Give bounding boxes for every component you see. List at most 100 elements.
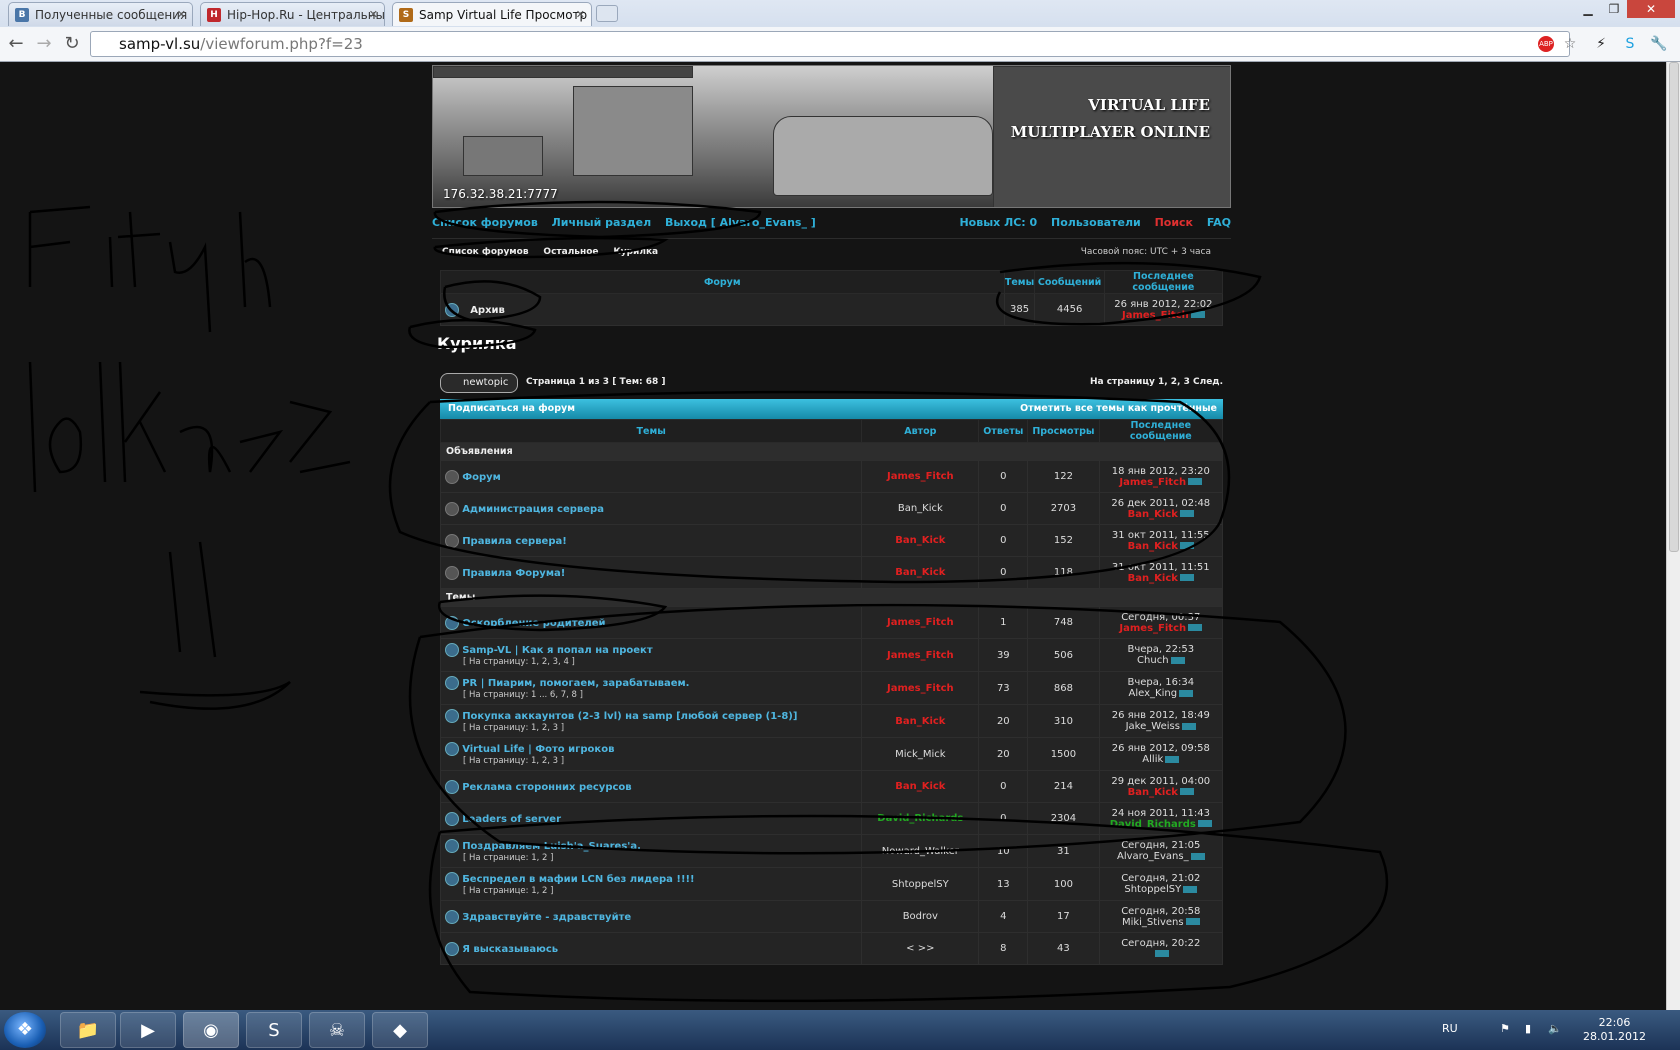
start-button[interactable]: ❖ [4, 1012, 46, 1048]
window-close-button[interactable]: ✕ [1627, 0, 1675, 18]
topic-author[interactable]: James_Fitch [861, 638, 980, 672]
topic-row[interactable]: Leaders of server David_Richards 0 2304 24 н… [439, 802, 1224, 835]
view-post-icon[interactable] [1181, 722, 1196, 730]
nav-logout[interactable]: Выход [ Alvaro_Evans_ ] [665, 216, 816, 229]
topic-title[interactable]: Беспредел в мафии LCN без лидера !!!! [462, 874, 694, 885]
topic-author[interactable]: David_Richards [861, 802, 980, 835]
new-tab-button[interactable] [596, 5, 618, 22]
address-bar[interactable]: samp-vl.su/viewforum.php?f=23 [90, 31, 1570, 57]
topic-author[interactable]: James_Fitch [861, 671, 980, 705]
view-post-icon[interactable] [1170, 656, 1185, 664]
adblock-icon[interactable]: ABP [1538, 36, 1554, 52]
flag-icon[interactable]: ⚑ [1500, 1022, 1510, 1035]
skype-taskbar-icon[interactable]: S [246, 1012, 302, 1048]
nav-faq[interactable]: FAQ [1207, 216, 1231, 229]
subforum-name[interactable]: Архив [470, 305, 505, 316]
topic-last-author[interactable]: James_Fitch [1119, 477, 1186, 488]
topic-title[interactable]: Администрация сервера [462, 504, 604, 515]
topic-title[interactable]: Форум [462, 472, 501, 483]
topic-row[interactable]: Беспредел в мафии LCN без лидера !!!![ Н… [439, 867, 1224, 901]
view-post-icon[interactable] [1185, 918, 1200, 925]
topic-last-author[interactable]: Chuch [1137, 655, 1169, 666]
volume-icon[interactable]: 🔈 [1548, 1022, 1562, 1035]
topic-title[interactable]: Оскорбление родителей [462, 618, 605, 629]
topic-row[interactable]: Здравствуйте - здравствуйте Bodrov 4 17 Сего… [439, 900, 1224, 933]
topic-row[interactable]: PR | Пиарим, помогаем, зарабатываем.[ На… [439, 671, 1224, 705]
topic-author[interactable]: Ban_Kick [861, 492, 980, 525]
app-green-icon[interactable]: ◆ [372, 1012, 428, 1048]
topic-pages[interactable]: [ На страницу: 1 ... 6, 7, 8 ] [445, 690, 861, 700]
topic-title[interactable]: Leaders of server [462, 814, 561, 825]
close-icon[interactable]: ✕ [177, 3, 186, 26]
view-post-icon[interactable] [1190, 311, 1205, 318]
topic-author[interactable]: Ban_Kick [861, 556, 980, 589]
subforum-row[interactable]: Архив 385 4456 26 янв 2012, 22:02 James_… [440, 293, 1224, 326]
topic-author[interactable]: Mick_Mick [861, 737, 980, 771]
topic-author[interactable]: Ban_Kick [861, 704, 980, 738]
topic-last-author[interactable]: Alex_King [1129, 688, 1178, 699]
topic-row[interactable]: Администрация сервера Ban_Kick 0 2703 26 дек… [439, 492, 1224, 525]
topic-last-author[interactable]: Alvaro_Evans_ [1117, 851, 1189, 862]
topic-pages[interactable]: [ На страницу: 1, 2, 3 ] [445, 723, 861, 733]
topic-author[interactable]: Ban_Kick [861, 524, 980, 557]
topic-author[interactable]: Bodrov [861, 900, 980, 933]
topic-pages[interactable]: [ На странице: 1, 2 ] [445, 853, 861, 863]
nav-forum-list[interactable]: Список форумов [432, 216, 538, 229]
mark-read-link[interactable]: Отметить все темы как прочтённые [1020, 399, 1217, 419]
clock[interactable]: 22:06 28.01.2012 [1583, 1016, 1646, 1044]
lightning-icon[interactable]: ⚡ [1592, 35, 1610, 53]
topic-pages[interactable]: [ На странице: 1, 2 ] [445, 886, 861, 896]
tab-samp[interactable]: S Samp Virtual Life Просмотр ✕ [392, 2, 592, 26]
page-navigation[interactable]: На страницу 1, 2, 3 След. [1090, 377, 1223, 387]
topic-title[interactable]: Правила сервера! [462, 536, 567, 547]
topic-row[interactable]: Правила сервера! Ban_Kick 0 152 31 окт 2011,… [439, 524, 1224, 557]
crumb-kurilka[interactable]: Курилка [613, 247, 658, 257]
back-icon[interactable]: ← [4, 32, 28, 56]
bookmark-star-icon[interactable]: ☆ [1561, 35, 1579, 53]
view-post-icon[interactable] [1183, 885, 1198, 893]
topic-pages[interactable]: [ На страницу: 1, 2, 3, 4 ] [445, 657, 861, 667]
minimize-button[interactable]: ▁ [1575, 0, 1601, 18]
chrome-icon[interactable]: ◉ [183, 1012, 239, 1048]
topic-row[interactable]: Оскорбление родителей James_Fitch 1 748 Сего… [439, 606, 1224, 639]
crumb-forum-list[interactable]: Список форумов [442, 247, 529, 257]
subforum-last-author[interactable]: James_Fitch [1122, 310, 1189, 321]
topic-title[interactable]: Реклама сторонних ресурсов [462, 782, 631, 793]
view-post-icon[interactable] [1188, 478, 1203, 485]
topic-last-author[interactable]: James_Fitch [1119, 623, 1186, 634]
forward-icon[interactable]: → [32, 32, 56, 56]
topic-title[interactable]: Я высказываюсь [462, 944, 558, 955]
topic-last-author[interactable]: Miki_Stivens [1122, 917, 1184, 928]
maximize-button[interactable]: ❐ [1601, 0, 1627, 18]
explorer-icon[interactable]: 📁 [60, 1012, 116, 1048]
topic-title[interactable]: Поздравляем Luish'a_Suares'a. [462, 841, 641, 852]
topic-last-author[interactable]: Ban_Kick [1128, 541, 1178, 552]
view-post-icon[interactable] [1179, 788, 1194, 795]
nav-new-pm[interactable]: Новых ЛС: 0 [959, 216, 1037, 229]
media-player-icon[interactable]: ▶ [120, 1012, 176, 1048]
gta-icon[interactable]: ☠ [309, 1012, 365, 1048]
skype-icon[interactable]: S [1621, 35, 1639, 53]
view-post-icon[interactable] [1179, 574, 1194, 581]
nav-personal-section[interactable]: Личный раздел [552, 216, 652, 229]
topic-author[interactable]: James_Fitch [861, 606, 980, 639]
topic-title[interactable]: PR | Пиарим, помогаем, зарабатываем. [462, 678, 689, 689]
nav-search[interactable]: Поиск [1155, 216, 1193, 229]
close-icon[interactable]: ✕ [369, 3, 378, 26]
topic-row[interactable]: Правила Форума! Ban_Kick 0 118 31 окт 2011, … [439, 556, 1224, 589]
view-post-icon[interactable] [1188, 624, 1203, 631]
tab-vk[interactable]: B Полученные сообщения | ✕ [8, 2, 193, 26]
topic-author[interactable]: Noward_Walker [861, 834, 980, 868]
topic-author[interactable]: < >> [861, 932, 980, 965]
topic-last-author[interactable]: Ban_Kick [1128, 509, 1178, 520]
topic-row[interactable]: Форум James_Fitch 0 122 18 янв 2012, 23:20 Ja… [439, 460, 1224, 493]
topic-author[interactable]: James_Fitch [861, 460, 980, 493]
site-banner[interactable]: VIRTUAL LIFE MULTIPLAYER ONLINE 176.32.3… [432, 65, 1231, 208]
topic-title[interactable]: Здравствуйте - здравствуйте [462, 912, 631, 923]
view-post-icon[interactable] [1179, 510, 1194, 517]
nav-users[interactable]: Пользователи [1051, 216, 1141, 229]
topic-pages[interactable]: [ На страницу: 1, 2, 3 ] [445, 756, 861, 766]
view-post-icon[interactable] [1165, 755, 1180, 763]
topic-title[interactable]: Virtual Life | Фото игроков [462, 744, 614, 755]
topic-row[interactable]: Samp-VL | Как я попал на проект[ На стра… [439, 638, 1224, 672]
